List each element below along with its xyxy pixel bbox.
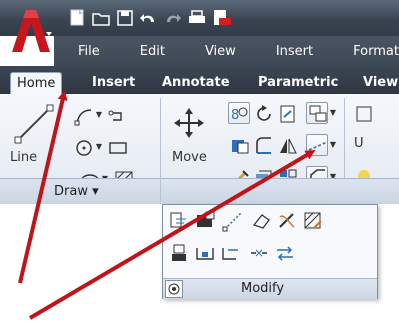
layer-icon[interactable] [352, 102, 374, 124]
redo-icon[interactable] [162, 8, 184, 28]
menu-insert[interactable]: Insert [252, 44, 329, 59]
draw-panel-title[interactable]: Draw ▾ [0, 178, 160, 204]
rectangle-icon[interactable] [106, 136, 128, 158]
undo-icon[interactable] [138, 8, 160, 28]
fillet-icon[interactable] [252, 134, 274, 156]
save-icon[interactable] [114, 8, 136, 28]
stretch-icon[interactable] [228, 134, 250, 156]
rotate-icon[interactable] [252, 102, 274, 124]
print-icon[interactable] [186, 8, 208, 28]
blend-curves-icon[interactable] [275, 209, 297, 231]
extend-icon[interactable] [219, 241, 241, 263]
draw-order-icon[interactable] [167, 241, 189, 263]
move-label[interactable]: Move [172, 150, 207, 165]
explode-icon[interactable] [306, 134, 328, 156]
new-icon[interactable] [66, 8, 88, 28]
erase-icon[interactable] [249, 209, 271, 231]
line-tool-label[interactable]: Line [10, 150, 37, 165]
array-dropdown[interactable]: ▼ [328, 102, 338, 124]
tab-home[interactable]: Home [10, 72, 63, 94]
polyline-dropdown[interactable]: ▼ [94, 104, 104, 126]
explode-dropdown[interactable]: ▼ [328, 134, 338, 156]
lengthen-icon[interactable] [193, 241, 215, 263]
mirror-icon[interactable] [276, 134, 298, 156]
array-icon[interactable] [306, 102, 328, 124]
title-bar [0, 0, 399, 36]
menu-bar: File Edit View Insert Format [54, 36, 399, 66]
align-icon[interactable] [167, 209, 189, 231]
move-icon[interactable] [172, 106, 206, 140]
menu-edit[interactable]: Edit [116, 44, 181, 59]
trim-icon[interactable] [276, 102, 298, 124]
svg-text:8: 8 [231, 108, 239, 123]
edit-hatch-icon[interactable] [301, 209, 323, 231]
spline-icon[interactable] [106, 104, 128, 126]
break-at-point-icon[interactable] [221, 209, 243, 232]
menu-format[interactable]: Format [329, 44, 399, 59]
modify-panel-title[interactable]: Modify [163, 278, 377, 299]
circle-dropdown[interactable]: ▼ [94, 136, 104, 158]
quick-access-toolbar [66, 6, 232, 30]
tab-view[interactable]: View [363, 72, 398, 94]
reverse-icon[interactable] [273, 241, 295, 263]
publish-pdf-icon[interactable] [210, 8, 232, 28]
app-menu-icon[interactable] [6, 4, 54, 56]
polyline-icon[interactable] [72, 104, 94, 126]
copy-icon[interactable]: 8 [228, 102, 250, 124]
tab-parametric[interactable]: Parametric [258, 72, 338, 94]
menu-view[interactable]: View [181, 44, 252, 59]
pin-icon[interactable] [165, 280, 183, 298]
tab-insert[interactable]: Insert [92, 72, 135, 94]
menu-file[interactable]: File [54, 44, 116, 59]
line-tool-icon[interactable] [14, 104, 54, 144]
ribbon-tab-bar: Home Insert Annotate Parametric View [0, 66, 399, 94]
circle-icon[interactable] [72, 136, 94, 158]
ribbon-partial-label: U [354, 136, 364, 151]
open-icon[interactable] [90, 8, 112, 28]
modify-panel-title-strip [161, 178, 399, 204]
join-icon[interactable] [247, 241, 269, 263]
break-icon[interactable] [193, 209, 215, 231]
tab-annotate[interactable]: Annotate [162, 72, 230, 94]
draw-panel-label: Draw ▾ [54, 184, 99, 199]
modify-panel-label: Modify [241, 281, 285, 296]
modify-flyout: Modify [162, 204, 378, 299]
